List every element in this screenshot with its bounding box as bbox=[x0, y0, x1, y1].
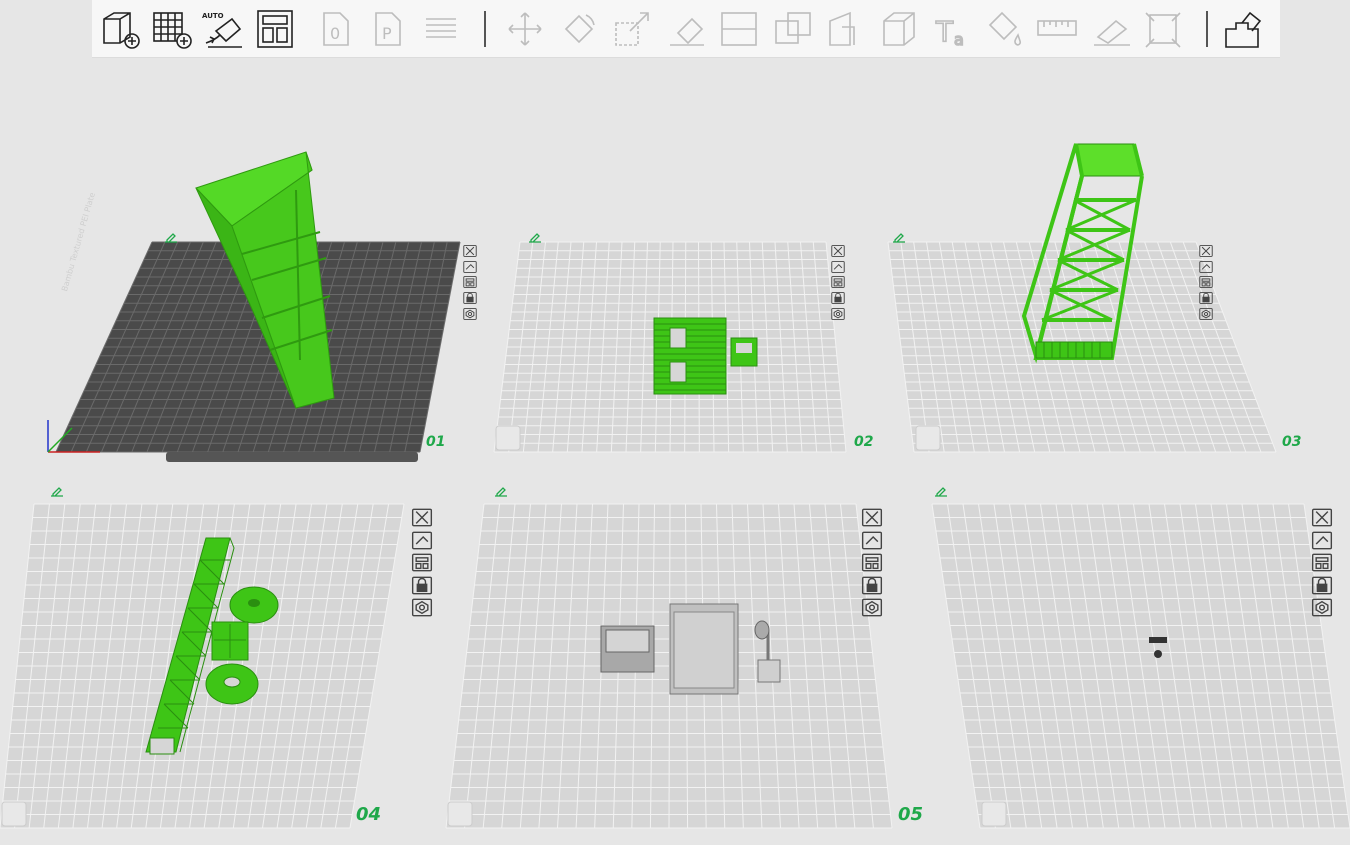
orient-plate-button[interactable] bbox=[1310, 529, 1334, 552]
orient-plate-icon bbox=[1311, 531, 1333, 549]
plate-settings-button[interactable] bbox=[1310, 596, 1334, 619]
arrange-plate-icon bbox=[1311, 553, 1333, 572]
lock-plate-button[interactable] bbox=[1310, 574, 1334, 597]
edit-plate-name-icon[interactable] bbox=[934, 482, 948, 497]
plate-06[interactable] bbox=[0, 0, 1350, 845]
plate-settings-icon bbox=[1311, 598, 1333, 617]
close-plate-button[interactable] bbox=[1310, 506, 1334, 529]
lock-plate-icon bbox=[1311, 576, 1333, 594]
close-plate-icon bbox=[1311, 508, 1333, 527]
arrange-plate-button[interactable] bbox=[1310, 551, 1334, 574]
